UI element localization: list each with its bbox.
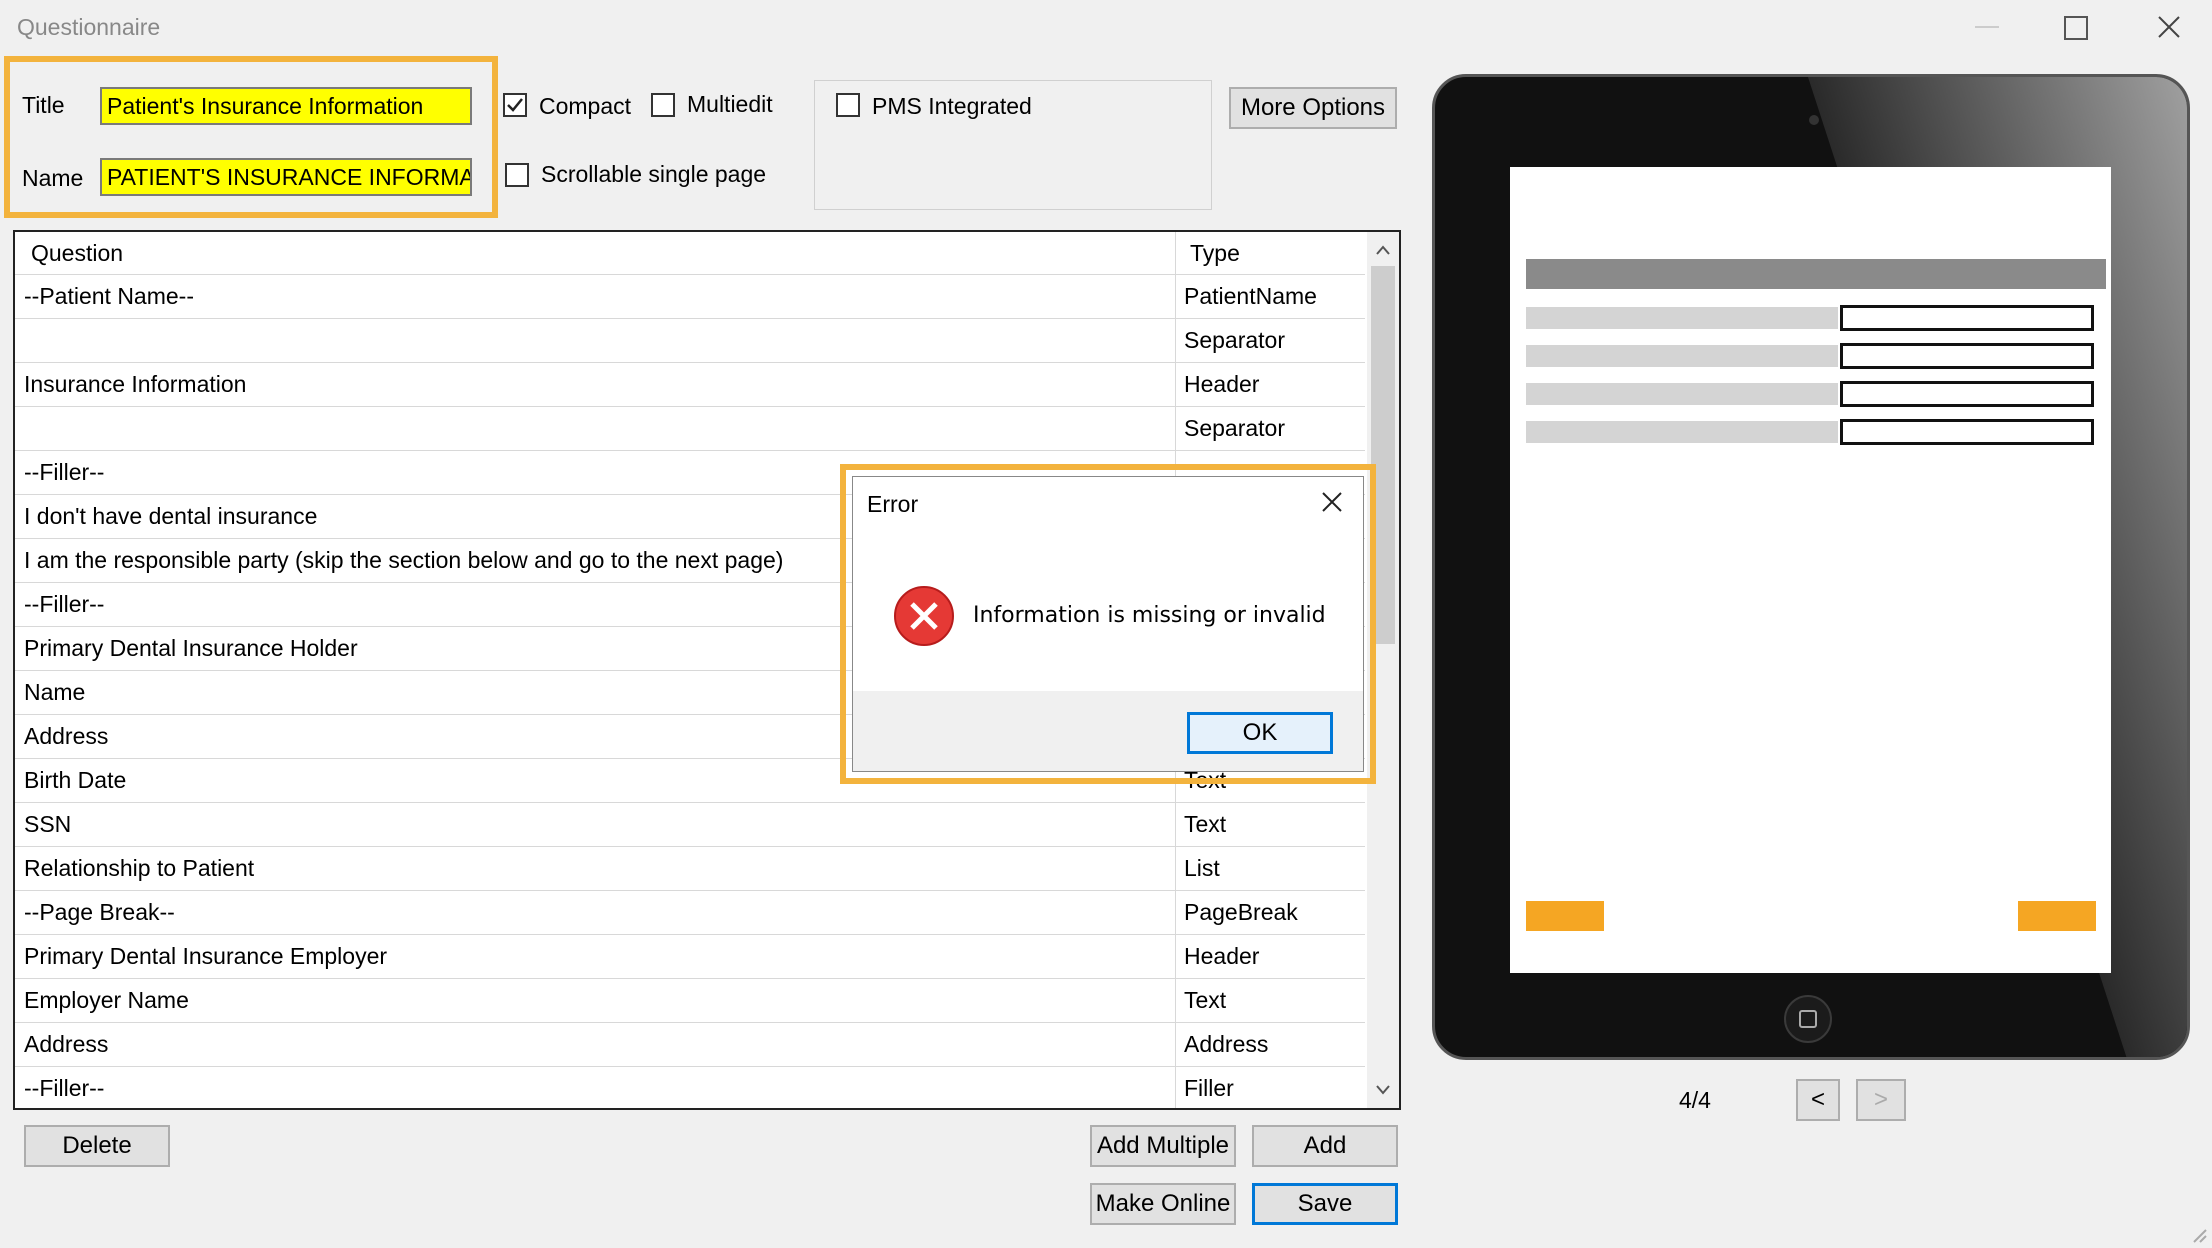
question-cell[interactable]: --Patient Name-- [24, 274, 194, 318]
scroll-down-icon[interactable] [1375, 1084, 1391, 1096]
window-title: Questionnaire [17, 14, 161, 40]
question-cell[interactable]: Address [24, 1022, 108, 1066]
make-online-button[interactable]: Make Online [1090, 1183, 1236, 1225]
scrollable-label: Scrollable single page [541, 161, 767, 187]
delete-button[interactable]: Delete [24, 1125, 170, 1167]
error-message: Information is missing or invalid [973, 603, 1326, 628]
table-row[interactable]: --Page Break-- PageBreak [15, 890, 1365, 935]
question-cell[interactable]: Birth Date [24, 758, 126, 802]
type-cell[interactable]: Text [1175, 802, 1365, 846]
question-cell[interactable]: --Page Break-- [24, 890, 175, 934]
tablet-camera [1809, 115, 1819, 125]
maximize-icon[interactable] [2064, 16, 2088, 40]
checkmark-icon [507, 98, 523, 112]
type-cell[interactable]: Separator [1175, 318, 1365, 362]
close-icon[interactable] [2157, 15, 2181, 39]
dialog-close-icon[interactable] [1321, 491, 1343, 513]
preview-header-bar [1526, 259, 2106, 289]
preview-field-label [1526, 345, 1838, 367]
save-button[interactable]: Save [1252, 1183, 1398, 1225]
question-cell[interactable]: --Filler-- [24, 1066, 104, 1108]
table-header-row: Question Type [15, 232, 1365, 275]
preview-field-label [1526, 421, 1838, 443]
minimize-icon[interactable] [1975, 26, 1999, 28]
preview-prev-button[interactable]: < [1796, 1079, 1840, 1121]
table-row[interactable]: SSN Text [15, 802, 1365, 847]
error-dialog-title: Error [867, 491, 919, 517]
table-row[interactable]: Primary Dental Insurance Employer Header [15, 934, 1365, 979]
question-cell[interactable]: Relationship to Patient [24, 846, 254, 890]
ok-button[interactable]: OK [1187, 712, 1333, 754]
preview-field-input [1840, 381, 2094, 407]
table-row[interactable]: Insurance Information Header [15, 362, 1365, 407]
pms-integrated-label: PMS Integrated [872, 93, 1032, 119]
question-cell[interactable]: Address [24, 714, 108, 758]
question-cell[interactable]: Primary Dental Insurance Holder [24, 626, 358, 670]
type-cell[interactable]: Filler [1175, 1066, 1365, 1108]
title-input[interactable]: Patient's Insurance Information [100, 87, 472, 125]
name-label: Name [22, 165, 84, 191]
question-cell[interactable]: I am the responsible party (skip the sec… [24, 538, 783, 582]
type-cell[interactable]: List [1175, 846, 1365, 890]
preview-field-label [1526, 307, 1838, 329]
add-multiple-button[interactable]: Add Multiple [1090, 1125, 1236, 1167]
scrollable-checkbox[interactable] [505, 163, 529, 187]
tablet-preview [1432, 74, 2190, 1060]
type-cell[interactable]: PageBreak [1175, 890, 1365, 934]
preview-next-nav-button[interactable]: > [1856, 1079, 1906, 1121]
question-cell[interactable]: I don't have dental insurance [24, 494, 317, 538]
question-cell[interactable]: Insurance Information [24, 362, 246, 406]
table-row[interactable]: Address Address [15, 1022, 1365, 1067]
title-label: Title [22, 92, 65, 118]
error-dialog: Error Information is missing or invalid … [852, 476, 1364, 772]
type-cell[interactable]: Header [1175, 934, 1365, 978]
preview-back-button [1526, 901, 1604, 931]
preview-field-input [1840, 305, 2094, 331]
resize-grip-icon[interactable] [2190, 1226, 2208, 1244]
question-cell[interactable]: SSN [24, 802, 71, 846]
type-cell[interactable]: Separator [1175, 406, 1365, 450]
type-cell[interactable]: PatientName [1175, 274, 1365, 318]
compact-checkbox[interactable] [503, 93, 527, 117]
table-row[interactable]: Relationship to Patient List [15, 846, 1365, 891]
title-input-value: Patient's Insurance Information [107, 92, 424, 119]
table-row[interactable]: --Filler-- Filler [15, 1066, 1365, 1108]
more-options-button[interactable]: More Options [1229, 87, 1397, 129]
type-cell[interactable]: Address [1175, 1022, 1365, 1066]
type-cell[interactable]: Header [1175, 362, 1365, 406]
name-input-value: PATIENT'S INSURANCE INFORMAT [107, 163, 472, 190]
compact-label: Compact [539, 93, 632, 119]
page-indicator: 4/4 [1679, 1087, 1711, 1113]
tablet-home-button [1784, 995, 1832, 1043]
preview-field-label [1526, 383, 1838, 405]
scroll-up-icon[interactable] [1375, 244, 1391, 256]
question-cell[interactable]: Employer Name [24, 978, 189, 1022]
multiedit-label: Multiedit [687, 91, 773, 117]
question-cell[interactable]: Primary Dental Insurance Employer [24, 934, 387, 978]
table-row[interactable]: --Patient Name-- PatientName [15, 274, 1365, 319]
add-button[interactable]: Add [1252, 1125, 1398, 1167]
preview-next-button [2018, 901, 2096, 931]
question-cell[interactable]: --Filler-- [24, 582, 104, 626]
question-column-header[interactable]: Question [31, 232, 123, 274]
tablet-screen [1510, 167, 2111, 973]
home-button-glyph [1799, 1010, 1817, 1028]
table-row[interactable]: Separator [15, 406, 1365, 451]
name-input[interactable]: PATIENT'S INSURANCE INFORMAT [100, 158, 472, 196]
type-cell[interactable]: Text [1175, 978, 1365, 1022]
type-column-header[interactable]: Type [1175, 232, 1365, 274]
table-row[interactable]: Employer Name Text [15, 978, 1365, 1023]
error-icon [894, 586, 954, 646]
question-cell[interactable]: Name [24, 670, 85, 714]
preview-field-input [1840, 343, 2094, 369]
preview-field-input [1840, 419, 2094, 445]
table-row[interactable]: Separator [15, 318, 1365, 363]
multiedit-checkbox[interactable] [651, 93, 675, 117]
pms-integrated-checkbox[interactable] [836, 93, 860, 117]
question-cell[interactable]: --Filler-- [24, 450, 104, 494]
